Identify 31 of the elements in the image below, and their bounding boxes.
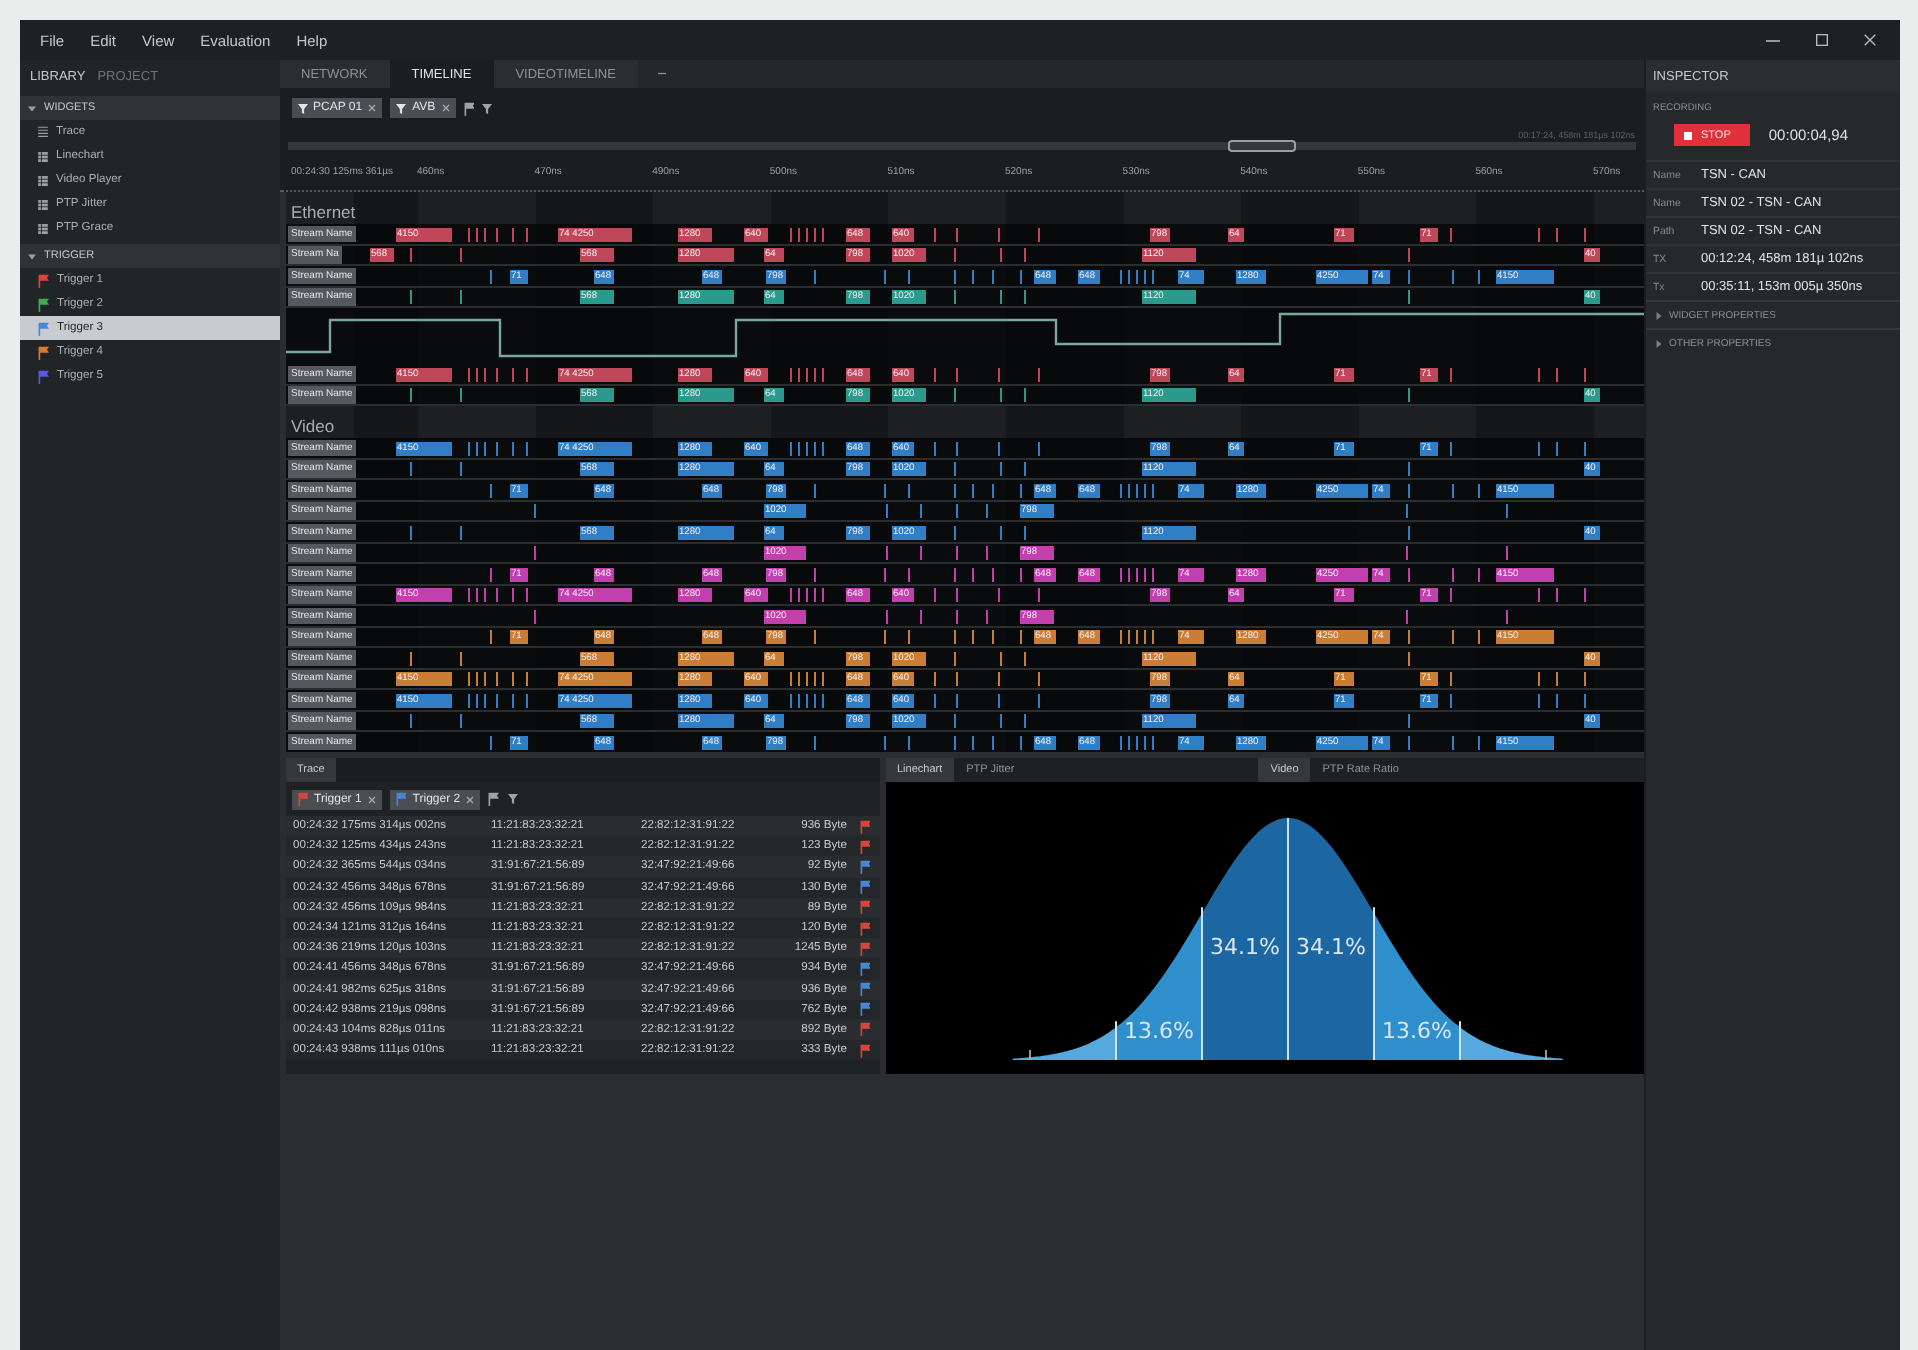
percent-label: 13.6% [1123,1018,1193,1044]
filter-icon[interactable] [297,103,307,113]
grid-icon [38,175,48,185]
filter-icon[interactable] [482,103,493,113]
caret-right-icon[interactable] [1655,311,1661,319]
list-icon [38,126,48,138]
scroll-thumb[interactable] [1227,140,1295,152]
group-title: Video [291,416,335,438]
stop-icon [1683,131,1691,139]
grid-icon [38,151,48,161]
caret-down-icon[interactable] [28,105,36,111]
close-icon[interactable] [441,104,450,112]
filter-icon[interactable] [507,794,518,804]
minimize-icon[interactable] [1766,35,1780,45]
caret-down-icon[interactable] [28,253,36,259]
percent-label: 34.1% [1295,934,1365,960]
grid-icon [38,223,48,233]
percent-label: 34.1% [1209,934,1279,960]
close-icon[interactable] [466,795,475,803]
minus-icon[interactable] [657,72,666,76]
caret-right-icon[interactable] [1655,339,1661,347]
filter-icon[interactable] [396,103,407,113]
maximize-icon[interactable] [1816,34,1828,46]
close-icon[interactable] [368,104,377,112]
percent-label: 13.6% [1381,1018,1451,1044]
grid-icon [38,199,48,209]
group-title: Ethernet [291,202,356,224]
flag-icon [463,101,475,115]
close-icon[interactable] [367,795,376,803]
close-icon[interactable] [1864,34,1876,46]
flag-icon [488,792,500,806]
